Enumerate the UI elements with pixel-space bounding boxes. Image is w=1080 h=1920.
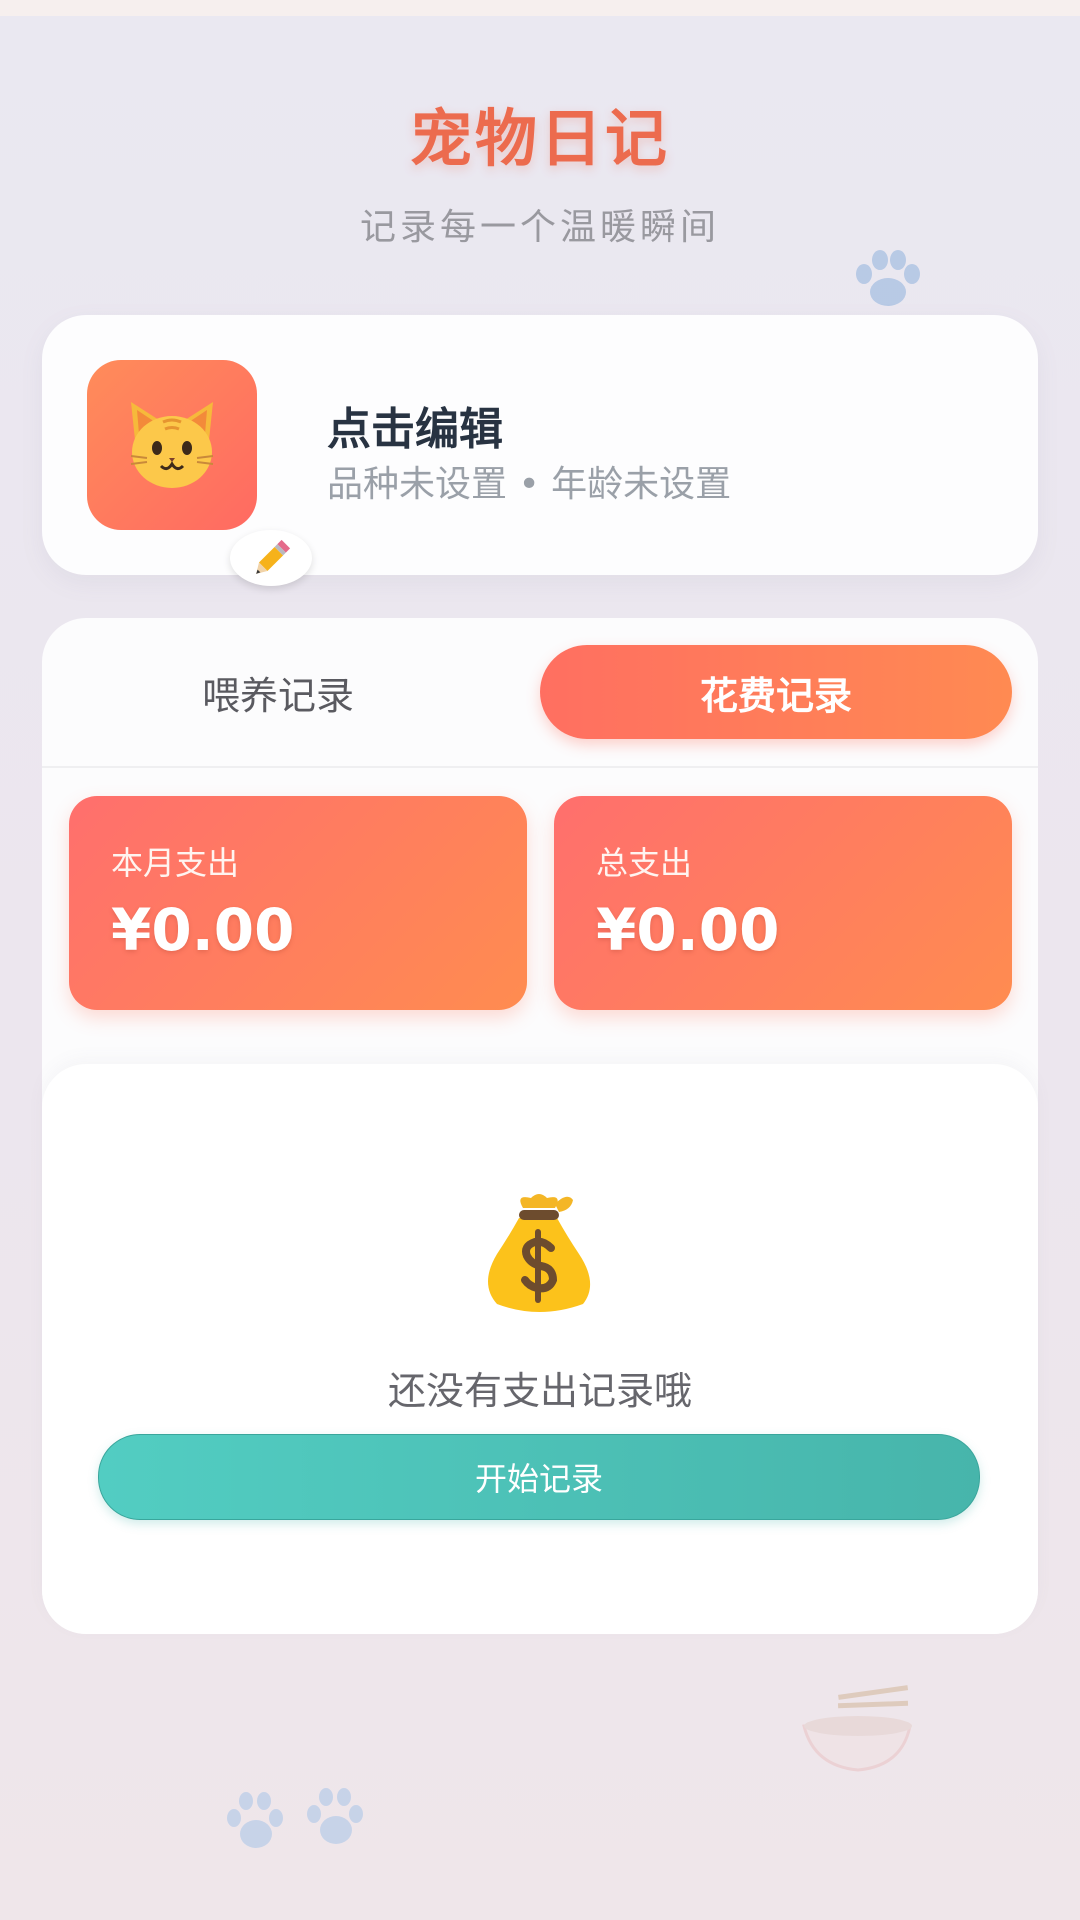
records-panel: 喂养记录 花费记录 本月支出 ¥0.00 总支出 ¥0.00 还没有支出记录哦 … [42,618,1038,1634]
tab-feeding-records[interactable]: 喂养记录 [42,645,514,739]
noodle-bowl-icon [798,1680,918,1780]
total-expense-card: 总支出 ¥0.00 [554,796,1012,1010]
status-bar [0,0,1080,16]
cat-face-icon [125,398,219,496]
monthly-expense-value: ¥0.00 [111,896,295,964]
start-recording-button[interactable]: 开始记录 [98,1434,980,1520]
tab-divider [42,766,1038,768]
monthly-expense-label: 本月支出 [111,844,240,882]
total-expense-label: 总支出 [596,844,693,882]
app-title: 宠物日记 [409,102,670,175]
app-subtitle: 记录每一个温暖瞬间 [359,207,720,248]
paw-print-icon [222,1788,288,1854]
paw-print-icon [850,250,926,310]
money-bag-icon [475,1188,605,1322]
paw-print-icon [300,1784,368,1850]
edit-avatar-button[interactable] [230,530,312,586]
total-expense-value: ¥0.00 [596,896,780,964]
empty-state: 还没有支出记录哦 开始记录 [42,1064,1038,1634]
pet-profile-card[interactable]: 点击编辑 品种未设置 • 年龄未设置 [42,315,1038,586]
empty-state-message: 还没有支出记录哦 [387,1369,692,1413]
pet-name[interactable]: 点击编辑 [327,393,503,457]
pet-avatar[interactable] [87,360,312,586]
app-header: 宠物日记 记录每一个温暖瞬间 [0,88,1080,250]
monthly-expense-card: 本月支出 ¥0.00 [69,796,527,1010]
pet-meta: 品种未设置 • 年龄未设置 [327,464,732,505]
tab-expense-records[interactable]: 花费记录 [540,645,1012,739]
